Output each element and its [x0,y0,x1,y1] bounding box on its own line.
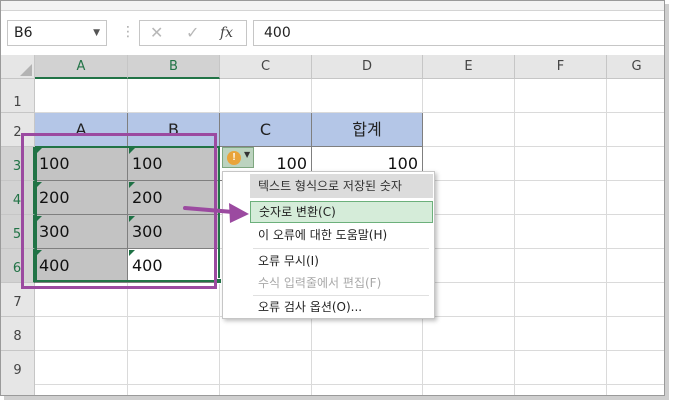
row-header-3[interactable]: 3 [1,147,35,181]
ribbon-strip [1,1,664,11]
name-box[interactable]: B6 ▼ [7,20,107,46]
formula-input[interactable]: 400 [253,20,664,46]
error-triangle-icon [36,148,42,154]
error-triangle-icon [36,182,42,188]
menu-header: 텍스트 형식으로 저장된 숫자 [250,174,433,198]
menu-separator [253,248,429,249]
select-all-button[interactable] [1,55,35,79]
cell-a3-value: 100 [39,154,70,173]
cell-a5-value: 300 [39,222,70,241]
error-triangle-icon [129,182,135,188]
window-shadow-right [665,4,669,400]
cell-a2[interactable]: A [35,113,128,147]
chevron-down-icon[interactable]: ▼ [93,21,100,45]
cell-b2[interactable]: B [128,113,220,147]
error-options-menu: 텍스트 형식으로 저장된 숫자 숫자로 변환(C) 이 오류에 대한 도움말(H… [222,171,435,319]
cell-a4[interactable]: 200 [35,181,128,215]
error-triangle-icon [36,250,42,256]
cell-b5[interactable]: 300 [128,215,220,249]
column-header-d[interactable]: D [312,55,423,79]
formula-bar-buttons: ✕ ✓ fx [139,20,247,46]
cell-a6[interactable]: 400 [35,249,128,283]
error-triangle-icon [36,216,42,222]
column-header-e[interactable]: E [423,55,515,79]
row-header-4[interactable]: 4 [1,181,35,215]
error-triangle-icon [129,216,135,222]
menu-item-ignore-error[interactable]: 오류 무시(I) [250,250,433,272]
error-check-button[interactable]: ! ▼ [222,147,254,168]
cell-c2[interactable]: C [220,113,312,147]
enter-icon[interactable]: ✓ [186,23,199,42]
cell-a6-value: 400 [39,256,70,275]
column-header-b[interactable]: B [128,55,220,79]
cell-a3[interactable]: 100 [35,147,128,181]
menu-item-convert-to-number[interactable]: 숫자로 변환(C) [250,201,433,223]
error-triangle-icon [129,148,135,154]
cancel-icon[interactable]: ✕ [150,23,163,42]
row-header-9[interactable]: 9 [1,351,35,395]
menu-item-help[interactable]: 이 오류에 대한 도움말(H) [250,224,433,246]
row-header-5[interactable]: 5 [1,215,35,249]
cell-b5-value: 300 [132,222,163,241]
excel-window: B6 ▼ ⋮ ✕ ✓ fx 400 A B C D E F G 1 2 3 4 … [0,0,665,396]
row-header-7[interactable]: 7 [1,283,35,317]
cell-b3-value: 100 [132,154,163,173]
insert-function-icon[interactable]: fx [220,25,233,41]
error-triangle-icon [129,250,135,256]
formula-bar-grip-icon: ⋮ [121,24,135,40]
window-shadow-bottom [4,396,669,400]
column-header-g[interactable]: G [607,55,664,79]
row-header-2[interactable]: 2 [1,113,35,147]
row-header-8[interactable]: 8 [1,317,35,351]
cell-b4[interactable]: 200 [128,181,220,215]
row-header-1[interactable]: 1 [1,79,35,113]
cell-b6-value: 400 [132,256,163,275]
cell-a5[interactable]: 300 [35,215,128,249]
cell-a4-value: 200 [39,188,70,207]
name-box-value: B6 [14,25,33,41]
cell-b4-value: 200 [132,188,163,207]
chevron-down-icon: ▼ [244,150,251,159]
menu-item-error-checking-options[interactable]: 오류 검사 옵션(O)... [250,296,433,318]
column-header-a[interactable]: A [35,55,128,79]
column-header-f[interactable]: F [515,55,607,79]
cell-d2[interactable]: 합계 [312,113,423,147]
warning-icon: ! [227,151,241,165]
column-header-c[interactable]: C [220,55,312,79]
menu-gutter [223,172,247,318]
cell-b3[interactable]: 100 [128,147,220,181]
row-header-6[interactable]: 6 [1,249,35,283]
formula-bar: B6 ▼ ⋮ ✕ ✓ fx 400 [1,11,664,55]
menu-item-edit-in-formula-bar: 수식 입력줄에서 편집(F) [258,276,382,290]
cell-b6[interactable]: 400 [128,249,220,283]
